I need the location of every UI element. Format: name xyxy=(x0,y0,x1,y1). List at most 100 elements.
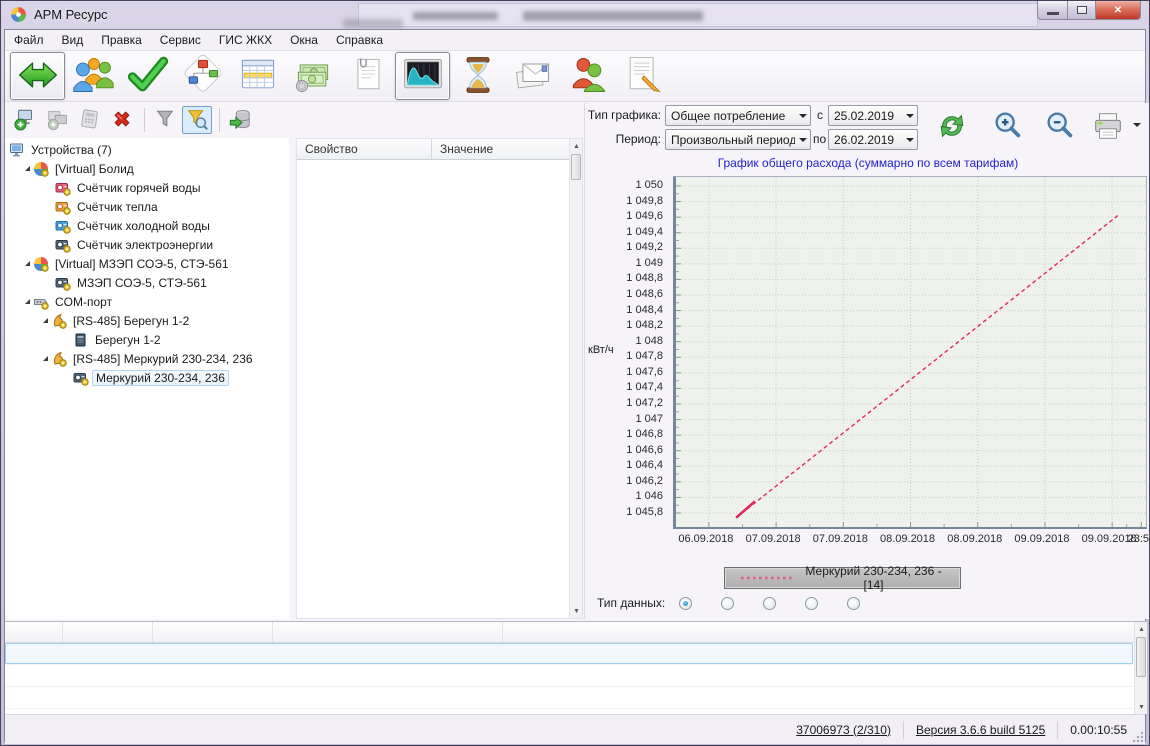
tree-expander-icon[interactable] xyxy=(25,166,30,171)
date-from-select[interactable]: 25.02.2019 xyxy=(828,105,918,126)
properties-header-property[interactable]: Свойство xyxy=(297,139,432,159)
data-type-radio-мощность[interactable] xyxy=(721,597,739,610)
property-row[interactable] xyxy=(297,424,569,446)
tree-item-берегун-1-2[interactable]: Берегун 1-2 xyxy=(5,330,289,349)
property-row[interactable] xyxy=(297,336,569,358)
db-export-button[interactable] xyxy=(225,106,255,134)
status-record-counter[interactable]: 37006973 (2/310) xyxy=(784,723,903,737)
tree-item--virtual-болид[interactable]: [Virtual] Болид xyxy=(5,159,289,178)
titlebar[interactable]: АРМ Ресурс ✕ xyxy=(1,1,1149,29)
add-group-button[interactable] xyxy=(43,106,73,134)
edit-document-button[interactable] xyxy=(615,52,670,100)
tree-item-счётчик-тепла[interactable]: Счётчик тепла xyxy=(5,197,289,216)
maximize-button[interactable] xyxy=(1067,1,1095,20)
property-row[interactable] xyxy=(297,512,569,534)
documents-button[interactable] xyxy=(340,52,395,100)
scroll-down-icon[interactable]: ▼ xyxy=(570,604,583,618)
property-row[interactable] xyxy=(297,248,569,270)
property-row[interactable] xyxy=(297,402,569,424)
operators-button[interactable] xyxy=(560,52,615,100)
data-type-radio-напряжение[interactable] xyxy=(805,597,823,610)
property-row[interactable] xyxy=(297,446,569,468)
print-options-caret[interactable] xyxy=(1133,123,1141,127)
menu-item-4[interactable]: Сервис xyxy=(151,31,210,49)
print-button[interactable] xyxy=(1089,107,1127,145)
property-row[interactable] xyxy=(297,600,569,618)
tree-expander-icon[interactable] xyxy=(43,318,48,323)
data-type-radio-сила-тока[interactable] xyxy=(763,597,781,610)
log-row[interactable] xyxy=(5,687,1133,709)
radio-icon[interactable] xyxy=(805,597,818,610)
refresh-button[interactable] xyxy=(933,107,971,145)
data-type-radio-расход[interactable] xyxy=(679,597,697,610)
chart-button[interactable] xyxy=(395,52,450,100)
radio-icon[interactable] xyxy=(847,597,860,610)
tree-item--rs-485-меркурий-230-234-236[interactable]: [RS-485] Меркурий 230-234, 236 xyxy=(5,349,289,368)
property-row[interactable] xyxy=(297,160,569,182)
property-row[interactable] xyxy=(297,534,569,556)
tree-expander-icon[interactable] xyxy=(43,356,48,361)
close-button[interactable]: ✕ xyxy=(1095,1,1141,20)
tree-item-счётчик-холодной-воды[interactable]: Счётчик холодной воды xyxy=(5,216,289,235)
payments-button[interactable] xyxy=(285,52,340,100)
date-to-select[interactable]: 26.02.2019 xyxy=(828,129,918,150)
scrollbar-thumb[interactable] xyxy=(571,154,581,180)
tree-item--rs-485-берегун-1-2[interactable]: [RS-485] Берегун 1-2 xyxy=(5,311,289,330)
menu-item-3[interactable]: Правка xyxy=(92,31,151,49)
scroll-up-icon[interactable]: ▲ xyxy=(570,139,583,153)
add-device-button[interactable] xyxy=(11,106,41,134)
menu-item-2[interactable]: Вид xyxy=(53,31,93,49)
zoom-out-button[interactable] xyxy=(1041,107,1079,145)
menu-item-5[interactable]: ГИС ЖКХ xyxy=(210,31,281,49)
property-row[interactable] xyxy=(297,204,569,226)
menu-item-1[interactable]: Файл xyxy=(5,31,53,49)
property-row[interactable] xyxy=(297,578,569,600)
log-header-4[interactable] xyxy=(273,622,503,642)
sync-devices-button[interactable] xyxy=(10,52,65,100)
tree-item-устройства-7-[interactable]: Устройства (7) xyxy=(5,140,289,159)
period-select[interactable]: Произвольный период xyxy=(665,129,811,150)
radio-icon[interactable] xyxy=(721,597,734,610)
tree-item-com-порт[interactable]: COM-порт xyxy=(5,292,289,311)
properties-scrollbar[interactable]: ▲ ▼ xyxy=(569,139,582,618)
schema-button[interactable] xyxy=(175,52,230,100)
calculator-button[interactable] xyxy=(75,106,105,134)
property-row[interactable] xyxy=(297,556,569,578)
filter-button[interactable] xyxy=(150,106,180,134)
menu-item-7[interactable]: Справка xyxy=(327,31,392,49)
delete-button[interactable] xyxy=(107,106,137,134)
minimize-button[interactable] xyxy=(1037,1,1067,20)
tree-item-меркурий-230-234-236[interactable]: Меркурий 230-234, 236 xyxy=(5,368,289,387)
mail-button[interactable] xyxy=(505,52,560,100)
users-button[interactable] xyxy=(65,52,120,100)
chart-plot-area[interactable] xyxy=(673,176,1147,529)
scroll-up-icon[interactable]: ▲ xyxy=(1135,622,1148,636)
tree-item-счётчик-горячей-воды[interactable]: Счётчик горячей воды xyxy=(5,178,289,197)
tree-item-счётчик-электроэнергии[interactable]: Счётчик электроэнергии xyxy=(5,235,289,254)
history-button[interactable] xyxy=(450,52,505,100)
log-header-5[interactable] xyxy=(503,622,1147,642)
log-header-1[interactable] xyxy=(5,622,63,642)
tree-item--virtual-мзэп-соэ-5-стэ-561[interactable]: [Virtual] МЗЭП СОЭ-5, СТЭ-561 xyxy=(5,254,289,273)
filter-search-button[interactable] xyxy=(182,106,212,134)
confirm-button[interactable] xyxy=(120,52,175,100)
resize-grip[interactable] xyxy=(1131,730,1143,742)
radio-icon[interactable] xyxy=(679,597,692,610)
tree-item-мзэп-соэ-5-стэ-561[interactable]: МЗЭП СОЭ-5, СТЭ-561 xyxy=(5,273,289,292)
property-row[interactable] xyxy=(297,270,569,292)
property-row[interactable] xyxy=(297,226,569,248)
property-row[interactable] xyxy=(297,314,569,336)
tree-expander-icon[interactable] xyxy=(25,299,30,304)
property-row[interactable] xyxy=(297,380,569,402)
property-row[interactable] xyxy=(297,292,569,314)
scrollbar-thumb[interactable] xyxy=(1136,637,1146,677)
zoom-in-button[interactable] xyxy=(989,107,1027,145)
log-header-2[interactable] xyxy=(63,622,153,642)
property-row[interactable] xyxy=(297,490,569,512)
property-row[interactable] xyxy=(297,358,569,380)
status-version[interactable]: Версия 3.6.6 build 5125 xyxy=(904,723,1057,737)
data-type-radio-угол-между-фазами[interactable] xyxy=(847,597,865,610)
chart-type-select[interactable]: Общее потребление xyxy=(665,105,811,126)
table-report-button[interactable] xyxy=(230,52,285,100)
log-row[interactable] xyxy=(5,665,1133,687)
